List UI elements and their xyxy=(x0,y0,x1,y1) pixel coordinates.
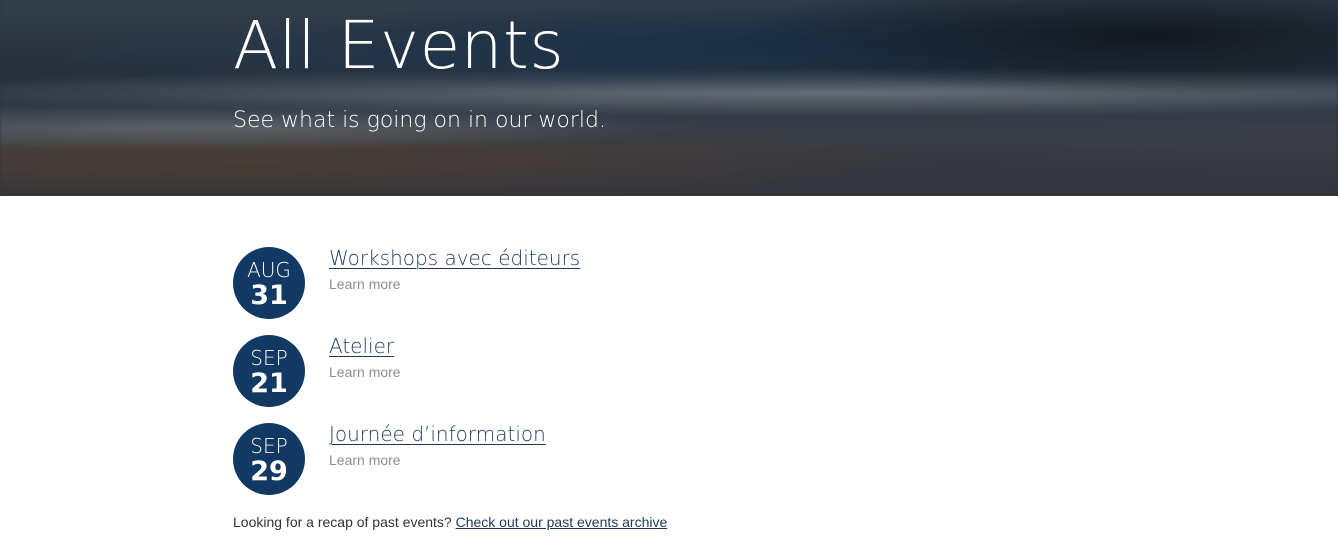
event-title-link[interactable]: Workshops avec éditeurs xyxy=(329,246,580,270)
page-title: All Events xyxy=(233,7,565,84)
learn-more-link[interactable]: Learn more xyxy=(329,276,401,292)
date-month: SEP xyxy=(250,346,288,370)
learn-more-link[interactable]: Learn more xyxy=(329,452,401,468)
date-day: 29 xyxy=(250,456,288,487)
past-events-archive-link[interactable]: Check out our past events archive xyxy=(456,514,668,530)
event-title-link[interactable]: Atelier xyxy=(329,334,394,358)
hero-banner: All Events See what is going on in our w… xyxy=(0,0,1338,196)
learn-more-link[interactable]: Learn more xyxy=(329,364,401,380)
event-item: AUG 31 Workshops avec éditeurs Learn mor… xyxy=(233,246,1033,334)
date-day: 21 xyxy=(250,368,288,399)
event-title-link[interactable]: Journée d’information xyxy=(329,422,546,446)
date-day: 31 xyxy=(250,280,288,311)
date-month: AUG xyxy=(247,258,291,282)
date-badge: SEP 21 xyxy=(233,335,305,407)
date-badge: AUG 31 xyxy=(233,247,305,319)
event-item: SEP 29 Journée d’information Learn more xyxy=(233,422,1033,510)
archive-prompt-text: Looking for a recap of past events? xyxy=(233,514,452,530)
event-item: SEP 21 Atelier Learn more xyxy=(233,334,1033,422)
date-badge: SEP 29 xyxy=(233,423,305,495)
archive-prompt: Looking for a recap of past events? Chec… xyxy=(233,514,667,530)
page-subtitle: See what is going on in our world. xyxy=(233,108,607,133)
hero-content: All Events See what is going on in our w… xyxy=(233,0,1338,196)
date-month: SEP xyxy=(250,434,288,458)
event-list: AUG 31 Workshops avec éditeurs Learn mor… xyxy=(233,246,1033,510)
